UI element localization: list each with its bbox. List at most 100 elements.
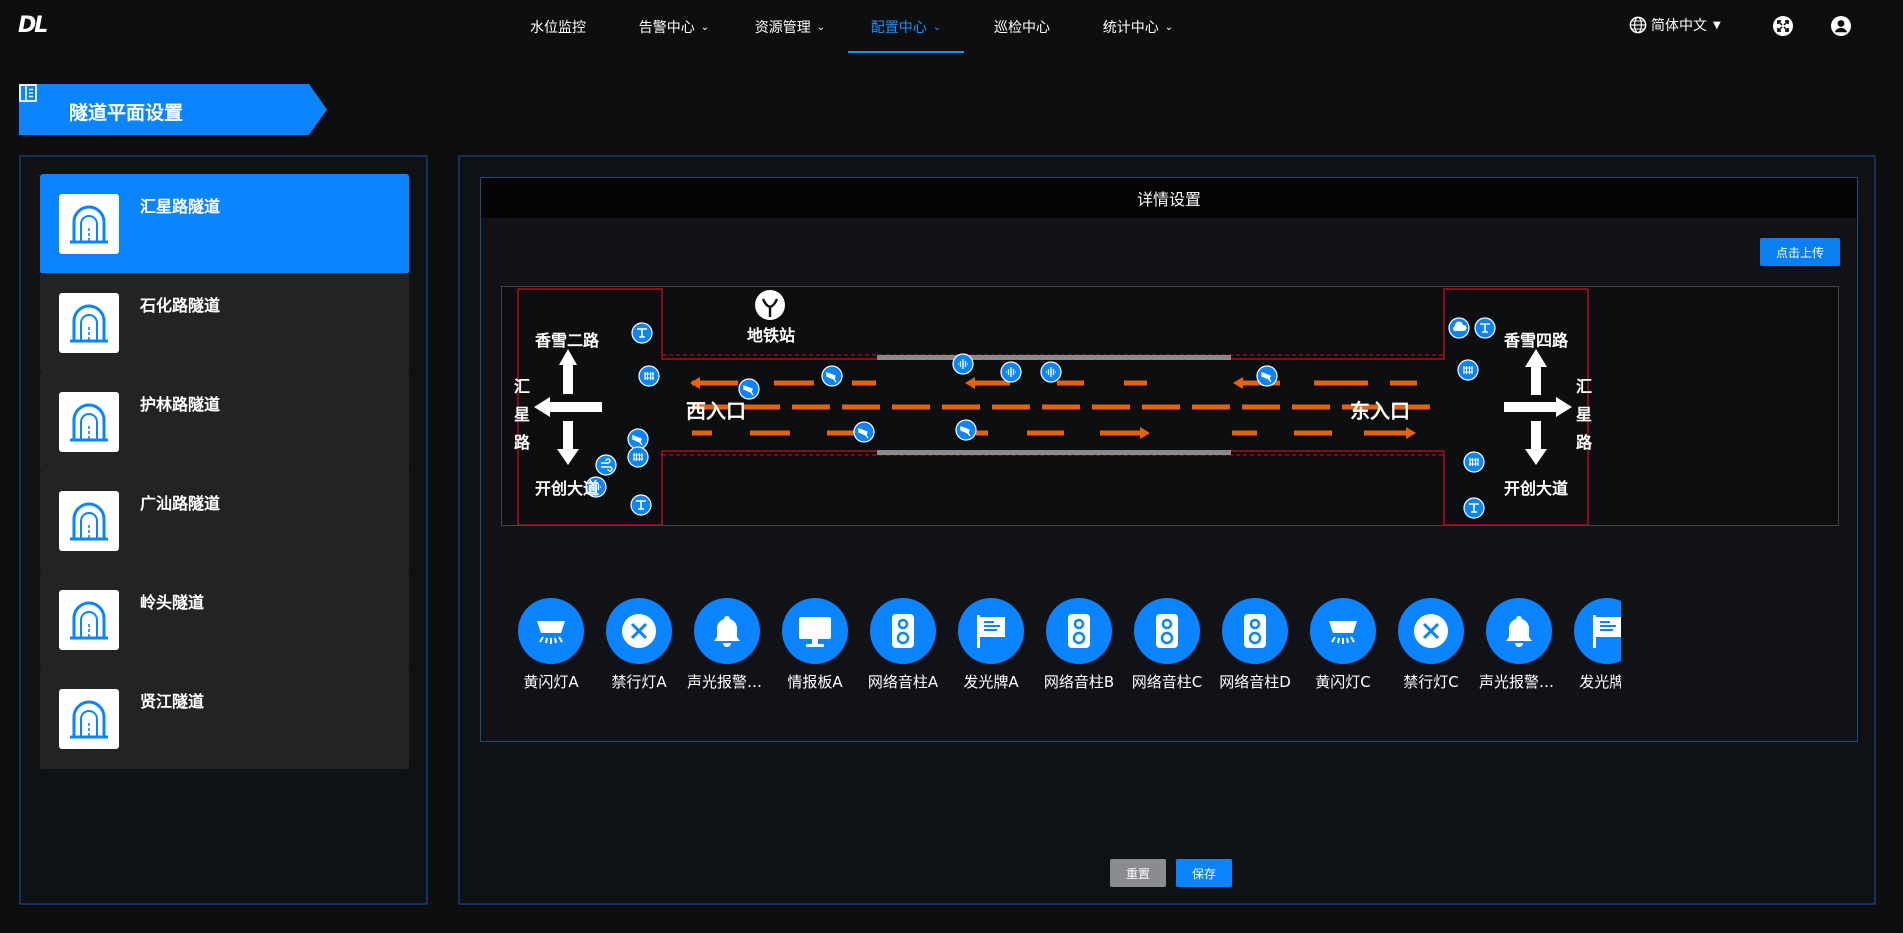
device-icon-circle [606,598,672,664]
panel-layout-icon [19,84,37,102]
reset-button[interactable]: 重置 [1110,859,1166,887]
sensor-cam-icon[interactable] [1256,365,1278,387]
east-road-label: 汇星路 [1575,377,1592,452]
sensor-audio-icon[interactable] [1000,361,1022,383]
tunnel-name: 岭头隧道 [140,593,205,612]
sensor-cam-icon[interactable] [853,421,875,443]
tunnel-icon [59,689,119,749]
nav-item-label: 告警中心 [638,20,695,36]
chevron-down-icon: ⌄ [700,21,710,33]
sensor-audio-icon[interactable] [1040,361,1062,383]
tunnel-icon [59,392,119,452]
sensor-audio-icon[interactable] [952,353,974,375]
east-entrance-label: 东入口 [1350,399,1410,423]
tunnel-item-1[interactable]: 石化路隧道 [40,273,409,373]
nav-item-label: 资源管理 [754,20,811,36]
tunnel-name: 贤江隧道 [140,692,205,711]
app-root: DL 水位监控 告警中心 ⌄ 资源管理 ⌄ 配置中心 ⌄ 巡检中心 统计中心 ⌄ 简体中文 ▼ 隧… [0,0,1903,933]
device-icon-circle [958,598,1024,664]
sensor-grill-icon[interactable] [627,446,649,468]
device-label: 声光报警器C [1479,673,1559,691]
platform-bottom [877,450,1231,455]
east-bottom-road-label: 开创大道 [1504,479,1569,498]
upload-button[interactable]: 点击上传 [1760,238,1840,266]
tunnel-icon [59,491,119,551]
nav-item-4[interactable]: 巡检中心 [964,0,1080,54]
sensor-grill-icon[interactable] [638,365,660,387]
sensor-lamp-icon[interactable] [1463,497,1485,519]
device-label: 发光牌A [963,673,1019,691]
user-icon[interactable] [1830,15,1852,37]
sensor-cam-icon[interactable] [955,419,977,441]
device-item-2[interactable]: 声光报警器A [687,598,767,708]
device-icon-circle [870,598,936,664]
device-icon-circle [694,598,760,664]
west-road-label: 汇星路 [513,377,530,452]
nav-item-0[interactable]: 水位监控 [500,0,616,54]
device-icon-circle [1134,598,1200,664]
device-item-9[interactable]: 黄闪灯C [1303,598,1383,708]
device-item-6[interactable]: 网络音柱B [1039,598,1119,708]
tunnel-name: 石化路隧道 [140,296,221,315]
device-item-12[interactable]: 发光牌C [1567,598,1621,708]
language-selector[interactable]: 简体中文 ▼ [1629,15,1721,35]
save-button[interactable]: 保存 [1176,859,1232,887]
globe-icon [1629,16,1647,34]
sensor-cam-icon[interactable] [821,365,843,387]
main-nav: 水位监控 告警中心 ⌄ 资源管理 ⌄ 配置中心 ⌄ 巡检中心 统计中心 ⌄ [500,0,1196,54]
east-direction-arrows [1504,349,1572,465]
device-item-8[interactable]: 网络音柱D [1215,598,1295,708]
device-palette: 黄闪灯A 禁行灯A 声光报警器A 情报板A 网络音柱A 发光牌A 网络音柱B 网络音柱C 网络音… [511,598,1621,708]
tunnel-item-5[interactable]: 贤江隧道 [40,669,409,769]
tunnel-name: 汇星路隧道 [140,197,221,216]
metro-logo [755,290,785,320]
device-item-11[interactable]: 声光报警器C [1479,598,1559,708]
sensor-grill-icon[interactable] [1457,359,1479,381]
west-boundary [518,288,1588,360]
sensor-fan-icon[interactable] [595,454,617,476]
platform-top [877,355,1231,360]
device-item-1[interactable]: 禁行灯A [599,598,679,708]
detail-title: 详情设置 [481,178,1857,218]
tunnel-floor-plan[interactable]: 地铁站 西入口 东入口 香雪二路 开创大道 汇星路 香雪四路 开创大道 汇星路 [501,286,1839,526]
device-item-0[interactable]: 黄闪灯A [511,598,591,708]
tunnel-item-0[interactable]: 汇星路隧道 [40,174,409,274]
nav-item-5[interactable]: 统计中心 ⌄ [1080,0,1196,54]
fullscreen-icon[interactable] [1772,15,1794,37]
nav-item-3[interactable]: 配置中心 ⌄ [848,0,964,54]
device-label: 禁行灯C [1403,673,1459,691]
device-label: 发光牌C [1579,673,1621,691]
tunnel-icon [59,590,119,650]
device-item-7[interactable]: 网络音柱C [1127,598,1207,708]
tunnel-item-3[interactable]: 广汕路隧道 [40,471,409,571]
sensor-cloud-icon[interactable] [1448,317,1470,339]
device-icon-circle [1046,598,1112,664]
device-icon-circle [1398,598,1464,664]
sensor-lamp-icon[interactable] [630,494,652,516]
sensor-grill-icon[interactable] [1463,451,1485,473]
sensor-lamp-icon[interactable] [631,322,653,344]
device-icon-circle [1574,598,1621,664]
sensor-cam-icon[interactable] [627,428,649,450]
device-label: 声光报警器A [687,673,767,691]
page-title-banner: 隧道平面设置 [19,84,327,135]
device-item-3[interactable]: 情报板A [775,598,855,708]
logo: DL [18,13,48,38]
nav-item-1[interactable]: 告警中心 ⌄ [616,0,732,54]
device-icon-circle [782,598,848,664]
tunnel-list-panel: 汇星路隧道石化路隧道护林路隧道广汕路隧道岭头隧道贤江隧道 [19,155,428,905]
device-label: 黄闪灯C [1315,673,1371,691]
device-label: 禁行灯A [611,673,667,691]
device-item-10[interactable]: 禁行灯C [1391,598,1471,708]
nav-item-2[interactable]: 资源管理 ⌄ [732,0,848,54]
tunnel-item-2[interactable]: 护林路隧道 [40,372,409,472]
device-item-4[interactable]: 网络音柱A [863,598,943,708]
tunnel-name: 广汕路隧道 [140,494,221,513]
device-item-5[interactable]: 发光牌A [951,598,1031,708]
tunnel-item-4[interactable]: 岭头隧道 [40,570,409,670]
device-label: 网络音柱B [1043,673,1115,691]
sensor-lamp-icon[interactable] [1474,317,1496,339]
west-boundary-bottom [518,450,1588,525]
chevron-down-icon: ⌄ [932,21,942,33]
device-label: 网络音柱D [1219,673,1291,691]
